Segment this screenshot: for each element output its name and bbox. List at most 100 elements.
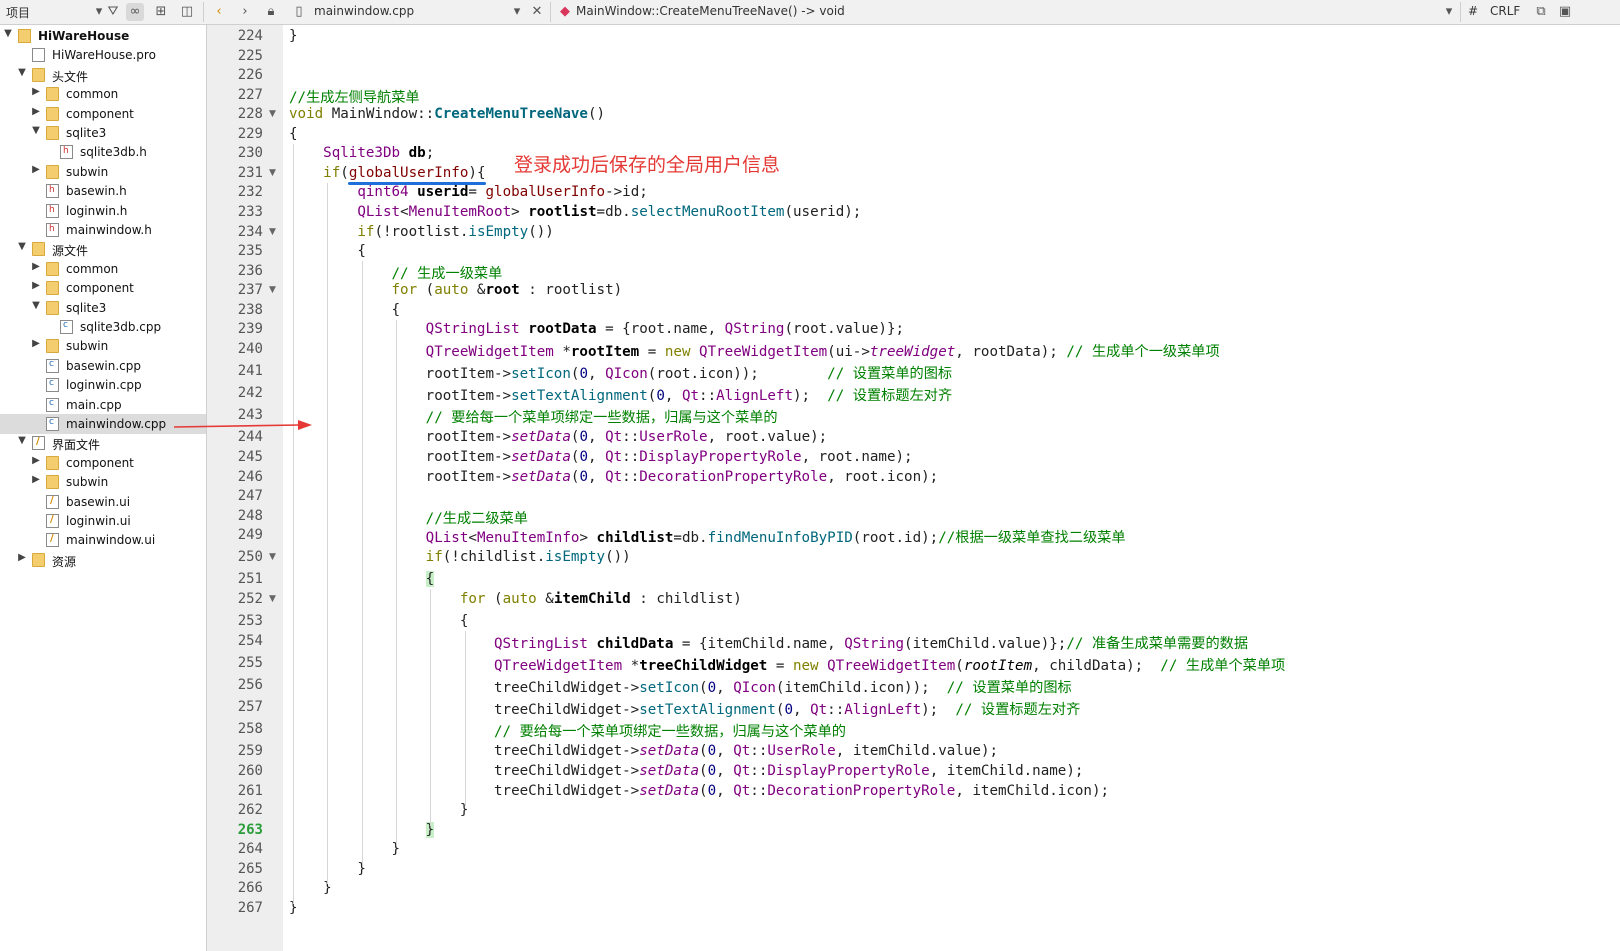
code-line[interactable]: QTreeWidgetItem *rootItem = new QTreeWid… <box>289 341 1220 361</box>
code-line[interactable]: Sqlite3Db db; <box>289 145 434 161</box>
chevron-down-icon[interactable]: ▼ <box>2 28 14 39</box>
tree-item[interactable]: basewin.h <box>0 181 206 201</box>
code-line[interactable]: // 要给每一个菜单项绑定一些数据，归属与这个菜单的 <box>289 721 846 741</box>
chevron-right-icon[interactable]: ▶ <box>30 474 42 485</box>
split-view-icon[interactable]: ⧉ <box>1532 3 1550 21</box>
chevron-right-icon[interactable]: ▶ <box>30 338 42 349</box>
code-line[interactable]: for (auto &itemChild : childlist) <box>289 591 742 607</box>
chevron-right-icon[interactable]: ▶ <box>30 455 42 466</box>
indent-guide <box>464 631 466 807</box>
tree-item[interactable]: ▶ subwin <box>0 336 206 356</box>
tree-item[interactable]: ▶ subwin <box>0 162 206 182</box>
tree-item-label: subwin <box>66 164 109 179</box>
code-line[interactable]: qint64 userid= globalUserInfo->id; <box>289 184 647 200</box>
code-line[interactable]: QTreeWidgetItem *treeChildWidget = new Q… <box>289 655 1285 675</box>
tree-item[interactable]: loginwin.cpp <box>0 375 206 395</box>
code-line[interactable]: { <box>289 302 400 318</box>
code-line[interactable]: } <box>289 28 298 44</box>
code-line[interactable]: QStringList childData = {itemChild.name,… <box>289 633 1248 653</box>
forward-arrow-icon[interactable]: › <box>236 3 254 21</box>
chevron-right-icon[interactable]: ▶ <box>16 552 28 563</box>
code-line[interactable]: { <box>289 126 298 142</box>
chevron-right-icon[interactable]: ▶ <box>30 280 42 291</box>
code-line[interactable]: QList<MenuItemRoot> rootlist=db.selectMe… <box>289 204 861 220</box>
tree-item[interactable]: ▼ sqlite3 <box>0 298 206 318</box>
code-line[interactable]: } <box>289 880 332 896</box>
back-arrow-icon[interactable]: ‹ <box>210 3 228 21</box>
tree-item[interactable]: HiWareHouse.pro <box>0 45 206 65</box>
tree-item[interactable]: ▶ component <box>0 104 206 124</box>
code-line[interactable]: QStringList rootData = {root.name, QStri… <box>289 321 904 337</box>
line-ending-label[interactable]: CRLF <box>1490 4 1520 18</box>
code-line[interactable]: for (auto &root : rootlist) <box>289 282 623 298</box>
tree-item[interactable]: ▶ common <box>0 259 206 279</box>
fold-toggle-icon[interactable]: ▼ <box>269 227 276 237</box>
tree-item[interactable]: sqlite3db.h <box>0 142 206 162</box>
code-line[interactable]: rootItem->setIcon(0, QIcon(root.icon)); … <box>289 363 952 383</box>
tree-item[interactable]: ▼ 源文件 <box>0 239 206 259</box>
chevron-right-icon[interactable]: ▶ <box>30 106 42 117</box>
tree-item[interactable]: ▼ sqlite3 <box>0 123 206 143</box>
close-document-icon[interactable]: ✕ <box>528 3 546 21</box>
function-signature[interactable]: MainWindow::CreateMenuTreeNave() -> void <box>576 4 845 18</box>
chevron-right-icon[interactable]: ▶ <box>30 261 42 272</box>
open-file-name[interactable]: mainwindow.cpp <box>314 4 414 18</box>
code-line[interactable]: } <box>289 802 469 818</box>
fold-toggle-icon[interactable]: ▼ <box>269 168 276 178</box>
chevron-down-icon[interactable]: ▼ <box>30 300 42 311</box>
tree-item[interactable]: ▼ HiWareHouse <box>0 26 206 46</box>
chevron-down-icon[interactable]: ▼ <box>16 241 28 252</box>
tree-item[interactable]: loginwin.h <box>0 201 206 221</box>
window-split-icon[interactable]: ▣ <box>1556 3 1574 21</box>
lock-icon[interactable]: 🔒︎ <box>262 3 280 21</box>
code-line[interactable]: if(!childlist.isEmpty()) <box>289 549 631 565</box>
close-split-icon[interactable]: ◫ <box>178 3 196 21</box>
file-dropdown-icon[interactable]: ▾ <box>508 3 526 21</box>
code-line[interactable]: if(!rootlist.isEmpty()) <box>289 224 553 240</box>
code-line[interactable]: rootItem->setData(0, Qt::DecorationPrope… <box>289 469 939 485</box>
code-line[interactable]: treeChildWidget->setTextAlignment(0, Qt:… <box>289 699 1080 719</box>
code-line[interactable]: } <box>289 841 400 857</box>
tree-item[interactable]: sqlite3db.cpp <box>0 317 206 337</box>
code-line[interactable]: treeChildWidget->setData(0, Qt::DisplayP… <box>289 763 1083 779</box>
add-split-icon[interactable]: ⊞ <box>152 3 170 21</box>
tree-item[interactable]: ▶ subwin <box>0 472 206 492</box>
code-line[interactable]: void MainWindow::CreateMenuTreeNave() <box>289 106 605 122</box>
link-sync-icon[interactable]: ∞ <box>126 3 144 21</box>
chevron-down-icon[interactable]: ▼ <box>16 435 28 446</box>
tree-item[interactable]: ▶ 资源 <box>0 550 206 570</box>
chevron-down-icon[interactable]: ▼ <box>16 67 28 78</box>
code-line[interactable]: rootItem->setData(0, Qt::DisplayProperty… <box>289 449 913 465</box>
code-editor[interactable]: }//生成左侧导航菜单 void MainWindow::CreateMenuTr… <box>283 25 1620 951</box>
hash-label[interactable]: # <box>1468 4 1478 18</box>
tree-item[interactable]: mainwindow.h <box>0 220 206 240</box>
tree-item[interactable]: loginwin.ui <box>0 511 206 531</box>
folder-icon <box>46 455 59 470</box>
code-line[interactable]: //生成左侧导航菜单 <box>289 87 420 107</box>
code-line[interactable]: rootItem->setData(0, Qt::UserRole, root.… <box>289 429 828 445</box>
tree-item[interactable]: basewin.ui <box>0 492 206 512</box>
code-line[interactable]: if(globalUserInfo){ <box>289 165 485 181</box>
symbol-dropdown-icon[interactable]: ▾ <box>1440 3 1458 21</box>
fold-toggle-icon[interactable]: ▼ <box>269 285 276 295</box>
code-line[interactable]: // 生成一级菜单 <box>289 263 503 283</box>
code-line[interactable]: treeChildWidget->setData(0, Qt::Decorati… <box>289 783 1109 799</box>
chevron-down-icon[interactable]: ▼ <box>30 125 42 136</box>
fold-toggle-icon[interactable]: ▼ <box>269 109 276 119</box>
code-line[interactable]: { <box>289 613 469 629</box>
code-line[interactable]: QList<MenuItemInfo> childlist=db.findMen… <box>289 527 1126 547</box>
tree-item[interactable]: ▼ 头文件 <box>0 65 206 85</box>
tree-item[interactable]: mainwindow.ui <box>0 530 206 550</box>
code-line[interactable]: //生成二级菜单 <box>289 508 528 528</box>
code-line[interactable]: rootItem->setTextAlignment(0, Qt::AlignL… <box>289 385 952 405</box>
fold-toggle-icon[interactable]: ▼ <box>269 594 276 604</box>
chevron-right-icon[interactable]: ▶ <box>30 86 42 97</box>
chevron-right-icon[interactable]: ▶ <box>30 164 42 175</box>
tree-item[interactable]: basewin.cpp <box>0 356 206 376</box>
filter-icon[interactable]: ⛛ <box>104 3 122 21</box>
fold-toggle-icon[interactable]: ▼ <box>269 552 276 562</box>
code-line[interactable]: treeChildWidget->setIcon(0, QIcon(itemCh… <box>289 677 1072 697</box>
tree-item[interactable]: ▶ common <box>0 84 206 104</box>
tree-item[interactable]: ▶ component <box>0 453 206 473</box>
tree-item[interactable]: ▶ component <box>0 278 206 298</box>
